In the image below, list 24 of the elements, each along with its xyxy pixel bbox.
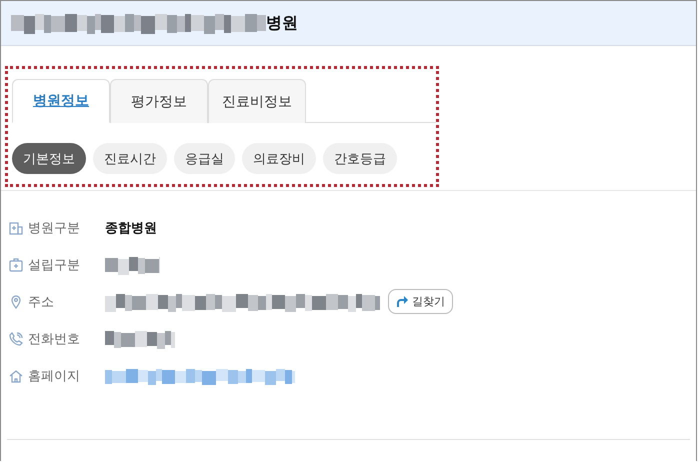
hospital-title: 병원 [266, 12, 298, 34]
filter-chip[interactable]: 의료장비 [242, 143, 316, 174]
phone-icon [9, 332, 23, 346]
field-label: 홈페이지 [28, 368, 80, 384]
turn-arrow-icon [396, 296, 408, 307]
building-icon [9, 220, 23, 234]
tab[interactable]: 진료비정보 [208, 79, 306, 123]
filter-chip[interactable]: 진료시간 [93, 143, 167, 174]
redacted-text [105, 328, 175, 348]
field-value: 종합병원 [105, 220, 157, 236]
filter-chip[interactable]: 간호등급 [323, 143, 397, 174]
field-label: 주소 [28, 294, 54, 310]
field-label: 전화번호 [28, 330, 80, 348]
filter-chip[interactable]: 기본정보 [12, 143, 86, 174]
first-aid-icon [9, 258, 23, 272]
location-pin-icon [9, 294, 23, 308]
filter-chip[interactable]: 응급실 [174, 143, 235, 174]
home-icon [9, 368, 23, 382]
field-label: 병원구분 [28, 220, 80, 236]
directions-button[interactable]: 길찾기 [388, 289, 453, 314]
tab[interactable]: 평가정보 [110, 79, 208, 123]
tab[interactable]: 병원정보 [12, 79, 110, 123]
redacted-text [105, 254, 160, 274]
field-label: 설립구분 [28, 256, 80, 274]
